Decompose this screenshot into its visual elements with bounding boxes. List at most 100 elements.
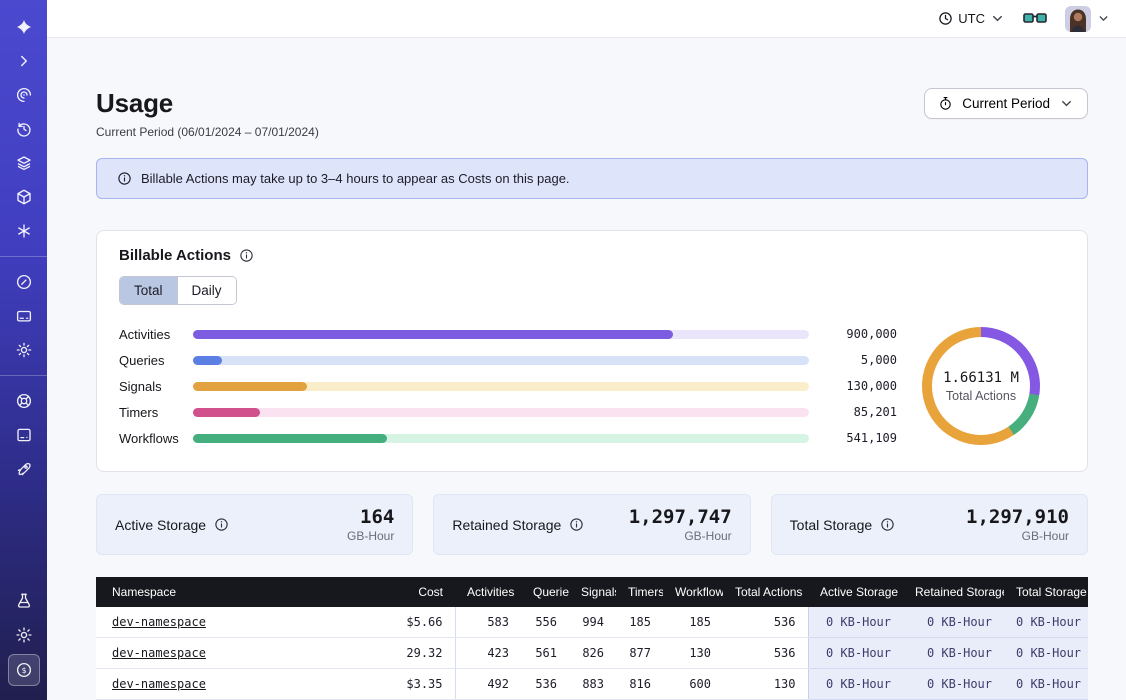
table-header-row: Namespace Cost Activities Queries Signal… xyxy=(96,577,1088,607)
cell-cost: $5.66 xyxy=(366,607,455,638)
bar-track xyxy=(193,434,809,443)
bar-fill xyxy=(193,382,307,391)
namespace-link[interactable]: dev-namespace xyxy=(112,677,206,691)
cell-timers: 877 xyxy=(616,638,663,669)
info-icon[interactable] xyxy=(239,248,254,263)
col-header-active-storage[interactable]: Active Storage xyxy=(808,577,903,607)
cell-signals: 826 xyxy=(569,638,616,669)
bar-fill xyxy=(193,330,673,339)
nexus-icon[interactable] xyxy=(9,80,39,110)
col-header-timers[interactable]: Timers xyxy=(616,577,663,607)
expand-sidebar-icon[interactable] xyxy=(9,46,39,76)
tab-total[interactable]: Total xyxy=(120,277,177,304)
avatar xyxy=(1065,6,1091,32)
namespace-link[interactable]: dev-namespace xyxy=(112,615,206,629)
user-menu[interactable] xyxy=(1065,6,1110,32)
namespace-link[interactable]: dev-namespace xyxy=(112,646,206,660)
col-header-retained-storage[interactable]: Retained Storage xyxy=(903,577,1004,607)
cell-signals: 883 xyxy=(569,669,616,700)
tab-daily[interactable]: Daily xyxy=(177,277,236,304)
sidebar: $ xyxy=(0,0,47,700)
info-icon[interactable] xyxy=(214,517,229,532)
col-header-total-storage[interactable]: Total Storage xyxy=(1004,577,1088,607)
temporal-logo-icon[interactable] xyxy=(9,12,39,42)
col-header-cost[interactable]: Cost xyxy=(366,577,455,607)
theme-toggle-icon[interactable] xyxy=(9,620,39,650)
active-storage-card: Active Storage 164 GB-Hour xyxy=(96,494,413,555)
page-header: Usage Current Period (06/01/2024 – 07/01… xyxy=(96,88,1088,139)
cell-total-storage: 0 KB-Hour xyxy=(1004,669,1088,700)
cell-retained-storage: 0 KB-Hour xyxy=(903,638,1004,669)
feedback-glasses-icon[interactable] xyxy=(1023,10,1047,28)
total-actions-donut-chart: 1.66131 M Total Actions xyxy=(922,327,1040,445)
namespace-usage-table: Namespace Cost Activities Queries Signal… xyxy=(96,577,1088,700)
col-header-signals[interactable]: Signals xyxy=(569,577,616,607)
release-notes-icon[interactable] xyxy=(9,420,39,450)
info-banner: Billable Actions may take up to 3–4 hour… xyxy=(96,158,1088,199)
getting-started-icon[interactable] xyxy=(9,454,39,484)
cell-cost: $3.35 xyxy=(366,669,455,700)
support-icon[interactable] xyxy=(9,386,39,416)
bar-value: 5,000 xyxy=(819,353,897,367)
table-row: dev-namespace $5.66 583 556 994 185 185 … xyxy=(96,607,1088,638)
billable-actions-chart: Activities 900,000 Queries 5,000 Signals… xyxy=(119,321,1065,451)
schedules-icon[interactable] xyxy=(9,114,39,144)
total-storage-card: Total Storage 1,297,910 GB-Hour xyxy=(771,494,1088,555)
labs-icon[interactable] xyxy=(9,586,39,616)
storage-card-value: 164 xyxy=(347,506,394,528)
sidebar-divider xyxy=(0,256,47,257)
storage-card-unit: GB-Hour xyxy=(347,529,394,543)
bar-row-timers: Timers 85,201 xyxy=(119,399,897,425)
storage-card-label: Total Storage xyxy=(790,517,873,533)
billing-icon[interactable] xyxy=(9,301,39,331)
cell-activities: 583 xyxy=(455,607,521,638)
info-icon[interactable] xyxy=(569,517,584,532)
cell-queries: 561 xyxy=(521,638,569,669)
donut-total-value: 1.66131 M xyxy=(943,370,1019,386)
bar-track xyxy=(193,330,809,339)
storage-card-label: Active Storage xyxy=(115,517,206,533)
col-header-total-actions[interactable]: Total Actions xyxy=(723,577,808,607)
namespaces-icon[interactable] xyxy=(9,148,39,178)
timezone-label: UTC xyxy=(958,11,985,26)
deployments-icon[interactable] xyxy=(9,182,39,212)
bar-track xyxy=(193,382,809,391)
bar-label: Timers xyxy=(119,405,183,420)
cell-activities: 423 xyxy=(455,638,521,669)
cell-active-storage: 0 KB-Hour xyxy=(808,669,903,700)
bar-value: 130,000 xyxy=(819,379,897,393)
cell-workflows: 600 xyxy=(663,669,723,700)
banner-text: Billable Actions may take up to 3–4 hour… xyxy=(141,171,570,186)
bar-row-activities: Activities 900,000 xyxy=(119,321,897,347)
storage-card-value: 1,297,747 xyxy=(629,506,732,528)
storage-card-unit: GB-Hour xyxy=(629,529,732,543)
period-selector-button[interactable]: Current Period xyxy=(924,88,1088,119)
retained-storage-card: Retained Storage 1,297,747 GB-Hour xyxy=(433,494,750,555)
col-header-namespace[interactable]: Namespace xyxy=(96,577,366,607)
cell-timers: 185 xyxy=(616,607,663,638)
bar-fill xyxy=(193,408,260,417)
billable-actions-title: Billable Actions xyxy=(119,247,231,264)
cell-signals: 994 xyxy=(569,607,616,638)
svg-text:$: $ xyxy=(21,665,26,675)
cell-queries: 556 xyxy=(521,607,569,638)
usage-icon[interactable] xyxy=(9,267,39,297)
donut-total-label: Total Actions xyxy=(946,389,1016,403)
col-header-activities[interactable]: Activities xyxy=(455,577,521,607)
settings-icon[interactable] xyxy=(9,335,39,365)
bar-track xyxy=(193,408,809,417)
col-header-workflows[interactable]: Workflows xyxy=(663,577,723,607)
batch-operations-icon[interactable] xyxy=(9,216,39,246)
clock-icon xyxy=(938,11,953,26)
col-header-queries[interactable]: Queries xyxy=(521,577,569,607)
cell-total-actions: 536 xyxy=(723,607,808,638)
cost-icon[interactable]: $ xyxy=(8,654,40,686)
timezone-selector[interactable]: UTC xyxy=(938,11,1005,26)
total-daily-tabs: Total Daily xyxy=(119,276,237,305)
info-icon[interactable] xyxy=(880,517,895,532)
cell-total-storage: 0 KB-Hour xyxy=(1004,638,1088,669)
period-selector-label: Current Period xyxy=(962,96,1050,111)
cell-total-actions: 130 xyxy=(723,669,808,700)
bar-label: Activities xyxy=(119,327,183,342)
bar-chart: Activities 900,000 Queries 5,000 Signals… xyxy=(119,321,897,451)
